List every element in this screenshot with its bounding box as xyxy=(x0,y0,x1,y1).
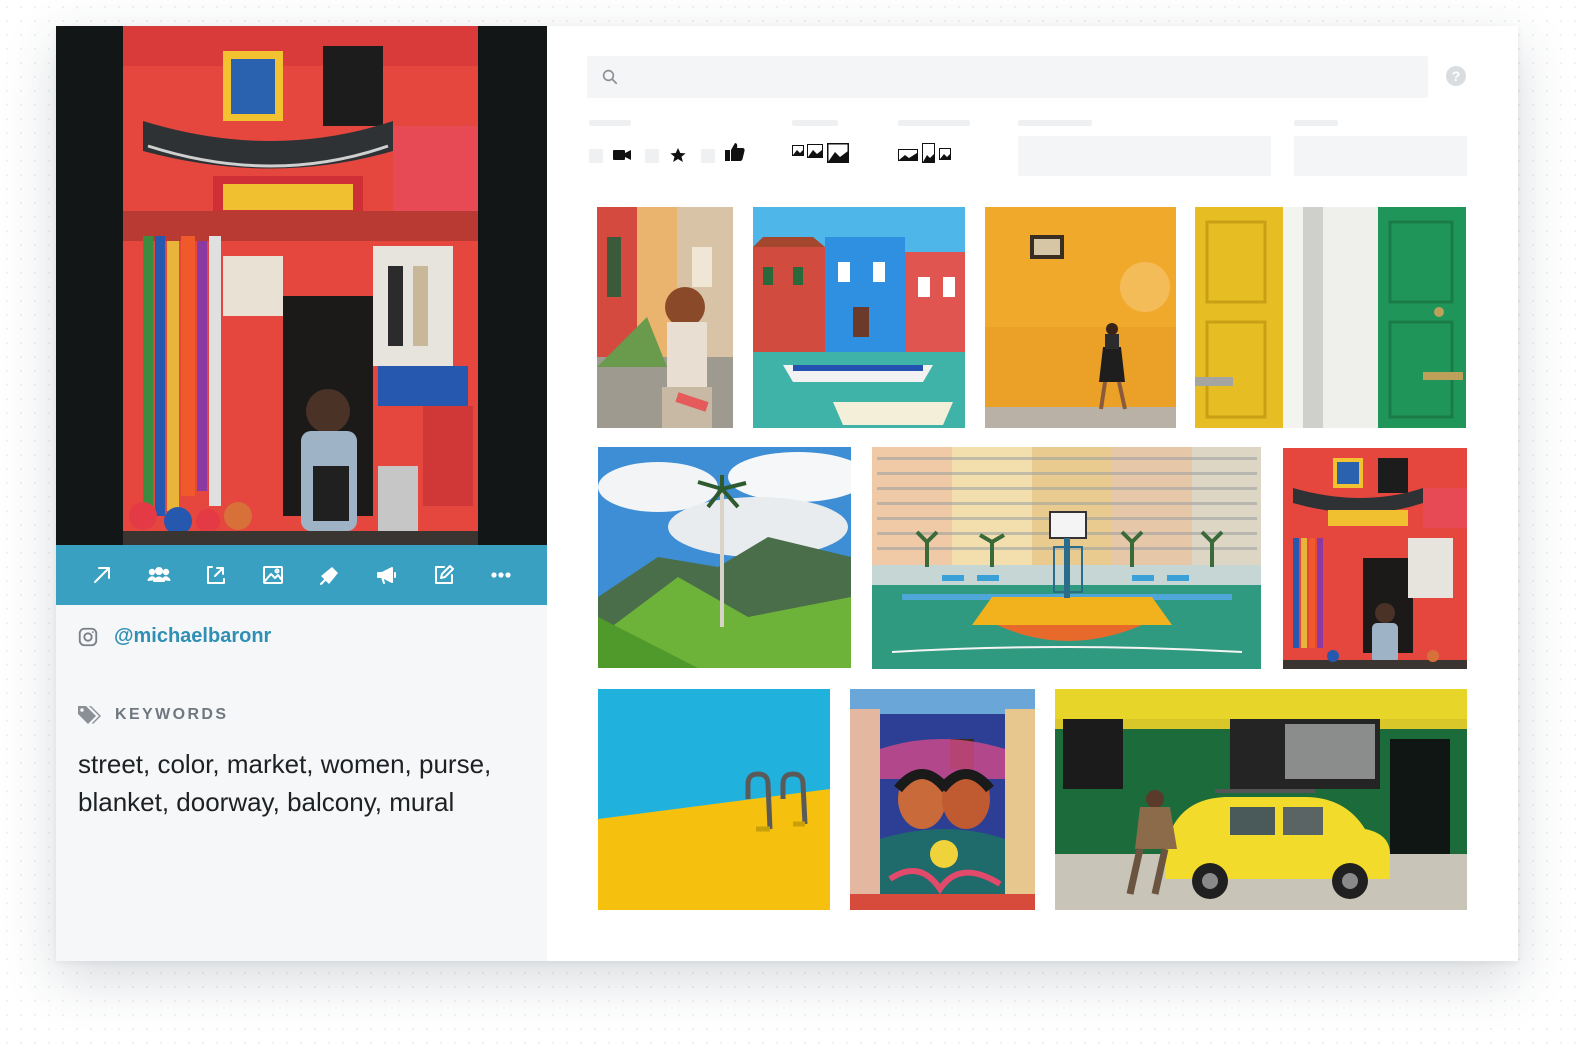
portrait-icon xyxy=(922,143,935,163)
star-icon xyxy=(670,148,686,162)
help-button[interactable]: ? xyxy=(1446,66,1466,86)
filter-label-placeholder xyxy=(898,120,970,126)
thumbs-up-icon xyxy=(725,143,745,161)
edit-icon xyxy=(435,565,454,584)
filter-label-placeholder xyxy=(1018,120,1092,126)
more-button[interactable] xyxy=(473,545,530,605)
tags-icon xyxy=(78,706,101,724)
instagram-icon xyxy=(78,627,98,646)
photo-tile-basketball-court[interactable] xyxy=(872,447,1261,669)
photo-tile-pool-ladder[interactable] xyxy=(598,689,830,910)
small-image-icon xyxy=(792,145,804,156)
image-icon xyxy=(263,566,283,584)
move-to-button[interactable] xyxy=(188,545,245,605)
medium-image-icon xyxy=(807,144,823,158)
photo-tile-alley-girl[interactable] xyxy=(597,207,733,428)
orientation-filter[interactable] xyxy=(898,143,958,165)
keywords-list: street, color, market, women, purse, bla… xyxy=(78,749,492,817)
app-window: @michaelbaronr KEYWORDS street, color, m… xyxy=(56,26,1518,961)
keywords-header: KEYWORDS xyxy=(77,704,228,726)
open-external-button[interactable] xyxy=(74,545,131,605)
preview-photo-market-shop[interactable] xyxy=(123,26,478,545)
detail-panel: @michaelbaronr KEYWORDS street, color, m… xyxy=(56,26,547,961)
instagram-handle-link[interactable]: @michaelbaronr xyxy=(114,625,271,648)
image-action-toolbar xyxy=(56,545,547,605)
photo-tile-market-shop[interactable] xyxy=(1283,448,1467,669)
filter-label-placeholder xyxy=(1294,120,1338,126)
photo-tile-orange-wall[interactable] xyxy=(985,207,1176,428)
share-button[interactable] xyxy=(302,545,359,605)
move-icon xyxy=(207,566,225,584)
filter-label-placeholder xyxy=(792,120,838,126)
search-input[interactable] xyxy=(627,56,1428,98)
photo-tile-palm-valley[interactable] xyxy=(598,447,851,668)
landscape-icon xyxy=(898,149,918,161)
large-image-icon xyxy=(827,143,849,163)
star-filter-checkbox[interactable] xyxy=(645,149,659,163)
search-bar xyxy=(587,56,1428,98)
square-icon xyxy=(939,148,951,160)
people-icon xyxy=(147,567,171,582)
ellipsis-icon xyxy=(491,572,511,578)
search-icon xyxy=(602,69,618,85)
edit-button[interactable] xyxy=(416,545,473,605)
filter-dropdown[interactable] xyxy=(1294,136,1467,176)
image-button[interactable] xyxy=(245,545,302,605)
image-preview xyxy=(56,26,547,545)
photo-tile-doors[interactable] xyxy=(1195,207,1466,428)
photo-tile-yellow-car[interactable] xyxy=(1055,689,1467,910)
people-button[interactable] xyxy=(131,545,188,605)
filter-label-placeholder xyxy=(589,120,631,126)
video-filter-checkbox[interactable] xyxy=(589,149,603,163)
announce-button[interactable] xyxy=(359,545,416,605)
author-row: @michaelbaronr xyxy=(77,625,271,648)
photo-tile-venice-houses[interactable] xyxy=(753,207,965,428)
megaphone-icon xyxy=(377,567,396,584)
share-arrow-icon xyxy=(320,567,338,585)
photo-tile-mural[interactable] xyxy=(850,689,1035,910)
arrow-up-right-icon xyxy=(94,567,110,583)
size-filter[interactable] xyxy=(792,143,852,165)
filter-dropdown[interactable] xyxy=(1018,136,1271,176)
liked-filter-checkbox[interactable] xyxy=(701,149,715,163)
video-icon xyxy=(613,150,631,160)
keywords-label: KEYWORDS xyxy=(115,706,229,723)
